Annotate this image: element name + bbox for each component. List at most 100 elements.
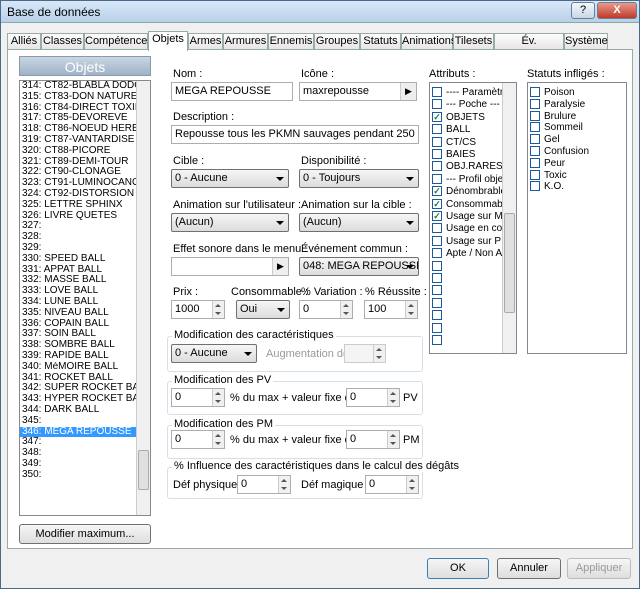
tab-6[interactable]: Ennemis <box>268 33 314 50</box>
attribute-item[interactable]: ✓ Usage sur M <box>432 211 503 222</box>
attribute-item[interactable]: Usage sur P <box>432 235 501 247</box>
attribute-item[interactable]: BALL <box>432 124 470 135</box>
list-item[interactable]: 337: SOIN BALL <box>20 329 136 340</box>
description-input[interactable]: Repousse tous les PKMN sauvages pendant … <box>171 125 419 144</box>
list-item[interactable]: 329: <box>20 243 136 254</box>
checkbox[interactable] <box>530 181 540 192</box>
price-input[interactable]: 1000 <box>171 300 225 319</box>
status-item[interactable]: Sommeil <box>530 122 583 133</box>
variation-spinner[interactable] <box>340 301 352 318</box>
attribute-item[interactable] <box>432 297 446 309</box>
tab-10[interactable]: Tilesets <box>453 33 494 50</box>
availability-select[interactable]: 0 - Toujours <box>299 169 419 188</box>
list-item[interactable]: 315: CT83-DON NATUREL <box>20 92 136 103</box>
list-item[interactable]: 331: APPAT BALL <box>20 265 136 276</box>
attribute-item[interactable] <box>432 273 446 284</box>
checkbox[interactable] <box>432 260 442 271</box>
checkbox[interactable]: ✓ <box>432 211 442 221</box>
checkbox[interactable] <box>432 136 442 147</box>
stat-augmentation-input[interactable] <box>344 344 386 363</box>
def-magical-spinner[interactable] <box>406 476 418 493</box>
checkbox[interactable] <box>432 335 442 345</box>
ok-button[interactable]: OK <box>427 558 489 579</box>
checkbox[interactable] <box>432 285 442 296</box>
def-magical-input[interactable]: 0 <box>365 475 419 494</box>
apply-button[interactable]: Appliquer <box>567 558 631 579</box>
attribute-item[interactable] <box>432 335 446 346</box>
def-physical-input[interactable]: 0 <box>237 475 291 494</box>
list-item[interactable]: 322: CT90-CLONAGE <box>20 167 136 178</box>
pm-fixed-spinner[interactable] <box>387 431 399 448</box>
checkbox[interactable] <box>432 235 442 246</box>
tab-4[interactable]: Armes <box>188 33 223 50</box>
tab-0[interactable]: Alliés <box>7 33 41 50</box>
list-item[interactable]: 316: CT84-DIRECT TOXIK <box>20 103 136 114</box>
tab-1[interactable]: Classes <box>41 33 84 50</box>
tab-11[interactable]: Év. Communs <box>494 33 564 62</box>
checkbox[interactable] <box>432 173 442 184</box>
success-spinner[interactable] <box>405 301 417 318</box>
list-item[interactable]: 340: MéMOIRE BALL <box>20 362 136 373</box>
list-item[interactable]: 336: COPAIN BALL <box>20 319 136 330</box>
list-item[interactable]: 349: <box>20 459 136 470</box>
attribute-item[interactable]: ✓ Dénombrable <box>432 186 506 197</box>
attribute-item[interactable]: Usage en co <box>432 223 502 234</box>
list-scrollbar[interactable] <box>136 81 150 515</box>
help-button[interactable]: ? <box>571 2 595 19</box>
checkbox[interactable] <box>432 99 442 110</box>
name-input[interactable]: MEGA REPOUSSE <box>171 82 293 101</box>
list-item[interactable]: 327: <box>20 221 136 232</box>
modify-maximum-button[interactable]: Modifier maximum... <box>19 524 151 544</box>
attribute-item[interactable] <box>432 322 446 334</box>
list-item[interactable]: 333: LOVE BALL <box>20 286 136 297</box>
list-item[interactable]: 345: <box>20 416 136 427</box>
stat-select[interactable]: 0 - Aucune <box>171 344 257 363</box>
browse-icon[interactable]: ▶ <box>400 83 416 100</box>
statuses-list[interactable]: Poison Paralysie Brulure Sommeil Gel Confusio… <box>527 82 627 354</box>
list-item[interactable]: 346: MEGA REPOUSSE <box>20 426 136 438</box>
checkbox[interactable] <box>432 124 442 135</box>
pv-percent-spinner[interactable] <box>212 389 224 406</box>
list-item[interactable]: 325: LETTRE SPHINX <box>20 200 136 211</box>
attribute-item[interactable]: ✓ OBJETS <box>432 111 485 123</box>
checkbox[interactable] <box>530 146 540 156</box>
list-item[interactable]: 350: <box>20 470 136 481</box>
list-item[interactable]: 342: SUPER ROCKET BALL <box>20 383 136 394</box>
checkbox[interactable] <box>432 248 442 259</box>
list-item[interactable]: 330: SPEED BALL <box>20 254 136 265</box>
tab-2[interactable]: Compétences <box>84 33 153 50</box>
icon-picker[interactable]: maxrepousse ▶ <box>299 82 417 101</box>
success-input[interactable]: 100 <box>364 300 418 319</box>
attributes-list[interactable]: ---- Paramètres --- Poche --- ✓ OBJETS BALL C… <box>429 82 517 354</box>
attribute-item[interactable]: OBJ.RARES <box>432 161 503 172</box>
close-button[interactable]: X <box>597 2 637 19</box>
checkbox[interactable] <box>530 87 540 97</box>
attribute-item[interactable]: BAIES <box>432 149 475 160</box>
item-list[interactable]: 314: CT82-BLABLA DODO 315: CT83-DON NATUR… <box>19 80 151 516</box>
checkbox[interactable]: ✓ <box>432 198 442 209</box>
price-spinner[interactable] <box>212 301 224 318</box>
pm-fixed-input[interactable]: 0 <box>346 430 400 449</box>
list-item[interactable]: 320: CT88-PICORE <box>20 146 136 157</box>
status-item[interactable]: Gel <box>530 134 560 145</box>
list-item[interactable]: 323: CT91-LUMINOCANON <box>20 178 136 189</box>
list-item[interactable]: 347: <box>20 437 136 448</box>
checkbox[interactable] <box>432 87 442 97</box>
attribute-item[interactable]: Apte / Non A <box>432 248 502 259</box>
anim-target-select[interactable]: (Aucun) <box>299 213 419 232</box>
list-item[interactable]: 319: CT87-VANTARDISE <box>20 135 136 146</box>
status-item[interactable]: K.O. <box>530 181 564 192</box>
target-select[interactable]: 0 - Aucune <box>171 169 289 188</box>
attribute-item[interactable]: CT/CS <box>432 136 476 148</box>
tab-5[interactable]: Armures <box>223 33 268 50</box>
variation-input[interactable]: 0 <box>299 300 353 319</box>
checkbox[interactable] <box>432 223 442 234</box>
list-item[interactable]: 335: NIVEAU BALL <box>20 308 136 319</box>
status-item[interactable]: Brulure <box>530 110 576 122</box>
list-item[interactable]: 326: LIVRE QUETES <box>20 211 136 222</box>
list-item[interactable]: 344: DARK BALL <box>20 405 136 416</box>
pv-percent-input[interactable]: 0 <box>171 388 225 407</box>
event-select[interactable]: 048: MEGA REPOUSSE <box>299 257 419 276</box>
checkbox[interactable] <box>530 157 540 168</box>
status-item[interactable]: Poison <box>530 87 575 98</box>
